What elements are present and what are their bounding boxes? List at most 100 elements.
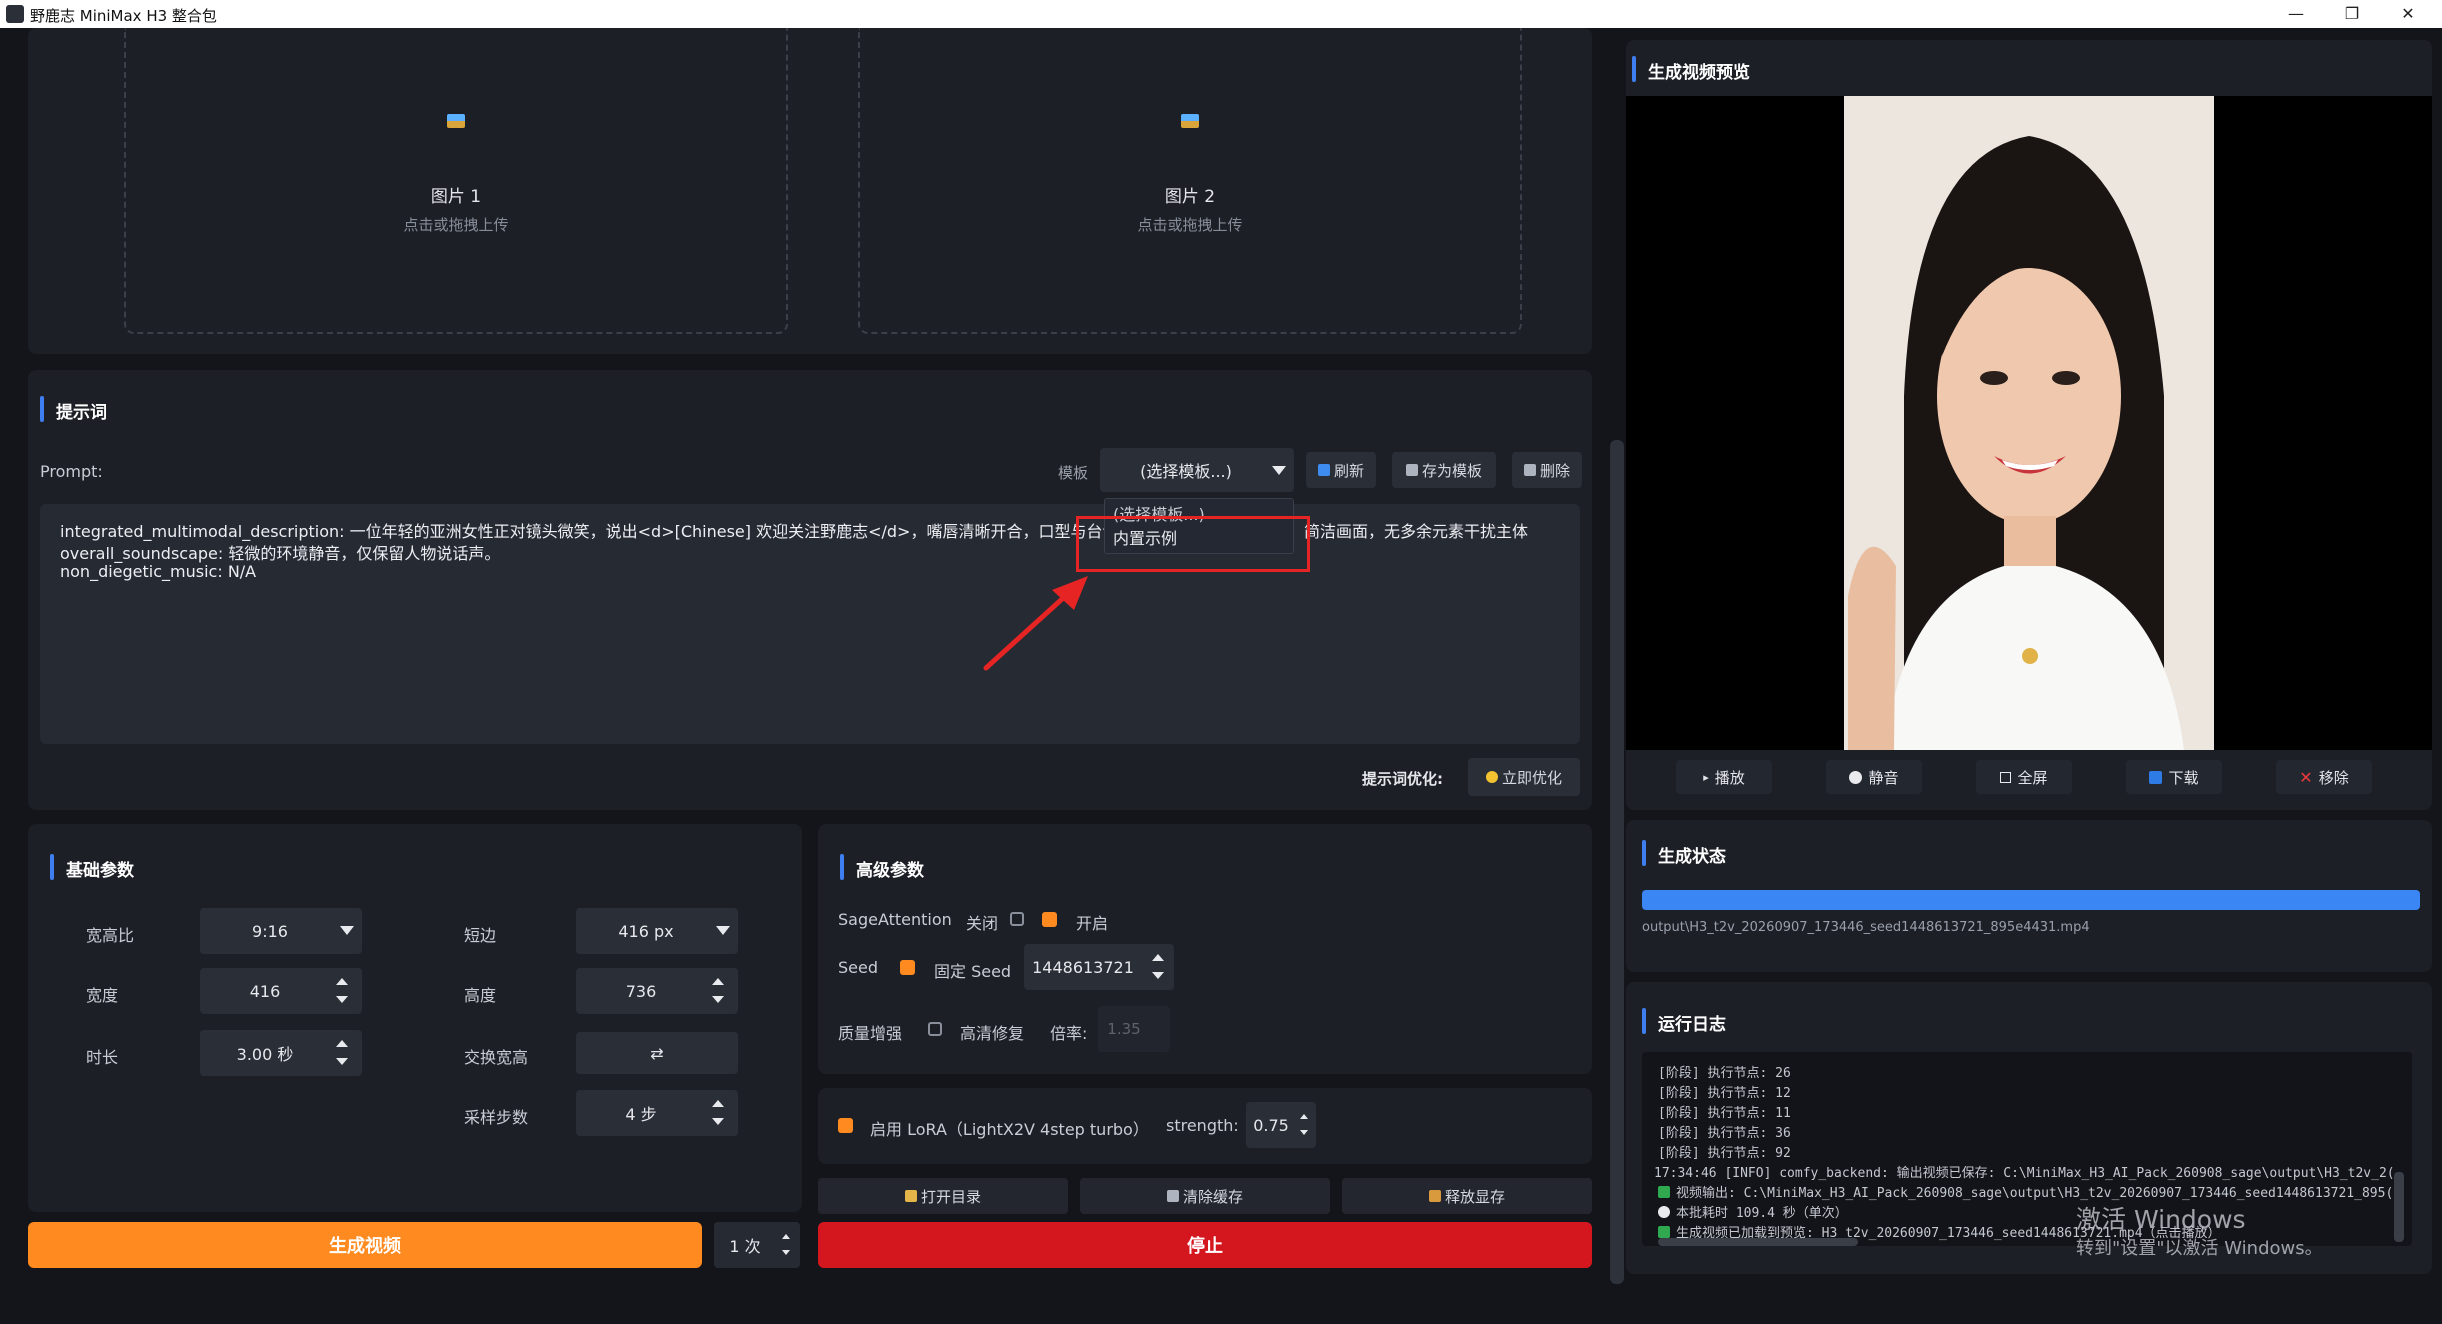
remove-button[interactable]: ✕ 移除	[2276, 760, 2372, 794]
scrollbar[interactable]	[1610, 440, 1624, 1284]
spin-down-icon[interactable]	[712, 1118, 724, 1125]
open-dir-button[interactable]: 打开目录	[818, 1178, 1068, 1214]
short-side-label: 短边	[464, 926, 497, 945]
spin-down-icon[interactable]	[1152, 972, 1164, 979]
download-button[interactable]: 下载	[2126, 760, 2222, 794]
refresh-button[interactable]: 刷新	[1306, 452, 1376, 488]
output-file-path: output\H3_t2v_20260907_173446_seed144861…	[1642, 920, 2090, 935]
duration-stepper[interactable]: 3.00 秒	[200, 1030, 362, 1076]
lora-panel: 启用 LoRA（LightX2V 4step turbo） strength: …	[818, 1088, 1592, 1164]
fullscreen-button[interactable]: 全屏	[1976, 760, 2072, 794]
prompt-label: Prompt:	[40, 462, 103, 481]
width-stepper[interactable]: 416	[200, 968, 362, 1014]
video-frame	[1844, 96, 2214, 750]
delete-label: 删除	[1539, 461, 1570, 480]
fixed-seed-label: 固定 Seed	[934, 962, 1012, 981]
template-label: 模板	[1058, 464, 1089, 482]
image1-label: 图片 1	[430, 187, 482, 207]
log-line: [阶段] 执行节点: 11	[1658, 1106, 1791, 1121]
hires-checkbox[interactable]	[928, 1022, 942, 1036]
height-stepper[interactable]: 736	[576, 968, 738, 1014]
width-value: 416	[249, 981, 281, 1001]
save-template-button[interactable]: 存为模板	[1392, 452, 1496, 488]
broom-icon	[1428, 1190, 1441, 1202]
restore-button[interactable]: ❐	[2324, 0, 2380, 28]
template-select-value: (选择模板...)	[1140, 462, 1232, 481]
log-scrollbar-horizontal[interactable]	[1658, 1238, 1858, 1246]
clear-cache-button[interactable]: 清除缓存	[1080, 1178, 1330, 1214]
log-line-time: 本批耗时 109.4 秒（单次）	[1658, 1202, 1848, 1221]
log-section-title: 运行日志	[1642, 1008, 1726, 1035]
sage-off-label: 关闭	[966, 914, 999, 933]
strength-input[interactable]: 0.75	[1246, 1102, 1316, 1148]
play-button[interactable]: ▸ 播放	[1676, 760, 1772, 794]
ratio-input[interactable]: 1.35	[1098, 1006, 1170, 1052]
stop-button[interactable]: 停止	[818, 1222, 1592, 1268]
ratio-label: 倍率:	[1050, 1024, 1088, 1043]
spin-up-icon[interactable]	[782, 1234, 790, 1239]
optimize-button[interactable]: 立即优化	[1468, 758, 1580, 796]
spin-down-icon[interactable]	[336, 1058, 348, 1065]
download-label: 下载	[2168, 768, 2199, 787]
sage-off-radio[interactable]	[1010, 912, 1024, 926]
log-output[interactable]: [阶段] 执行节点: 26 [阶段] 执行节点: 12 [阶段] 执行节点: 1…	[1642, 1052, 2412, 1246]
seed-input[interactable]: 1448613721	[1024, 944, 1174, 990]
close-icon: ✕	[2299, 767, 2313, 787]
fixed-seed-checkbox[interactable]	[900, 960, 915, 975]
swap-button[interactable]: ⇄	[576, 1032, 738, 1074]
log-line-text: 本批耗时 109.4 秒（单次）	[1676, 1206, 1848, 1221]
spin-down-icon[interactable]	[712, 996, 724, 1003]
advanced-params-panel: 高级参数 SageAttention 关闭 开启 Seed 固定 Seed 14…	[818, 824, 1592, 1074]
close-button[interactable]: ✕	[2380, 0, 2436, 28]
sage-on-radio[interactable]	[1042, 912, 1057, 927]
preview-section-title: 生成视频预览	[1632, 56, 1750, 83]
template-select[interactable]: (选择模板...)	[1100, 448, 1294, 492]
open-dir-label: 打开目录	[920, 1187, 981, 1206]
spin-down-icon[interactable]	[336, 996, 348, 1003]
prompt-line-3: non_diegetic_music: N/A	[60, 562, 257, 581]
mute-button[interactable]: 静音	[1826, 760, 1922, 794]
lora-checkbox[interactable]	[838, 1118, 853, 1133]
log-line-check: 视频输出: C:\MiniMax_H3_AI_Pack_260908_sage\…	[1658, 1182, 2393, 1201]
mute-label: 静音	[1868, 768, 1899, 787]
steps-value: 4 步	[625, 1105, 657, 1124]
short-side-select[interactable]: 416 px	[576, 908, 738, 954]
delete-button[interactable]: 删除	[1512, 452, 1582, 488]
spin-up-icon[interactable]	[712, 1100, 724, 1107]
spin-up-icon[interactable]	[336, 978, 348, 985]
aspect-select[interactable]: 9:16	[200, 908, 362, 954]
status-section-title: 生成状态	[1642, 840, 1726, 867]
arrow-annotation	[983, 576, 1088, 671]
image1-dropzone[interactable]: 图片 1 点击或拖拽上传	[124, 28, 788, 334]
status-panel: 生成状态 output\H3_t2v_20260907_173446_seed1…	[1626, 820, 2432, 972]
spin-up-icon[interactable]	[336, 1040, 348, 1047]
spin-up-icon[interactable]	[712, 978, 724, 985]
spin-down-icon[interactable]	[1300, 1130, 1308, 1135]
batch-count-value: 1 次	[729, 1237, 761, 1256]
duration-value: 3.00 秒	[236, 1045, 294, 1064]
minimize-button[interactable]: —	[2268, 0, 2324, 28]
log-scrollbar-vertical[interactable]	[2394, 1172, 2404, 1242]
prompt-line-1-tail: 简洁画面，无多余元素干扰主体	[1304, 522, 1529, 541]
image2-hint: 点击或拖拽上传	[1137, 216, 1243, 234]
fullscreen-label: 全屏	[2017, 768, 2048, 787]
free-vram-button[interactable]: 释放显存	[1342, 1178, 1592, 1214]
steps-stepper[interactable]: 4 步	[576, 1090, 738, 1136]
spin-up-icon[interactable]	[1300, 1114, 1308, 1119]
chevron-down-icon	[1272, 466, 1286, 475]
prompt-textarea[interactable]: integrated_multimodal_description: 一位年轻的…	[40, 504, 1580, 744]
log-line-text: 视频输出: C:\MiniMax_H3_AI_Pack_260908_sage\…	[1676, 1186, 2394, 1201]
refresh-label: 刷新	[1333, 461, 1364, 480]
play-icon: ▸	[1703, 770, 1709, 784]
image2-dropzone[interactable]: 图片 2 点击或拖拽上传	[858, 28, 1522, 334]
batch-count-stepper[interactable]: 1 次	[714, 1222, 800, 1268]
generate-video-button[interactable]: 生成视频	[28, 1222, 702, 1268]
basic-params-panel: 基础参数 宽高比 9:16 短边 416 px 宽度 416 高度 736 时长…	[28, 824, 802, 1212]
steps-label: 采样步数	[464, 1108, 529, 1127]
save-template-label: 存为模板	[1421, 461, 1482, 480]
video-player[interactable]	[1626, 96, 2432, 750]
spin-down-icon[interactable]	[782, 1250, 790, 1255]
prompt-section-title: 提示词	[40, 396, 107, 423]
remove-label: 移除	[2318, 768, 2349, 787]
spin-up-icon[interactable]	[1152, 954, 1164, 961]
